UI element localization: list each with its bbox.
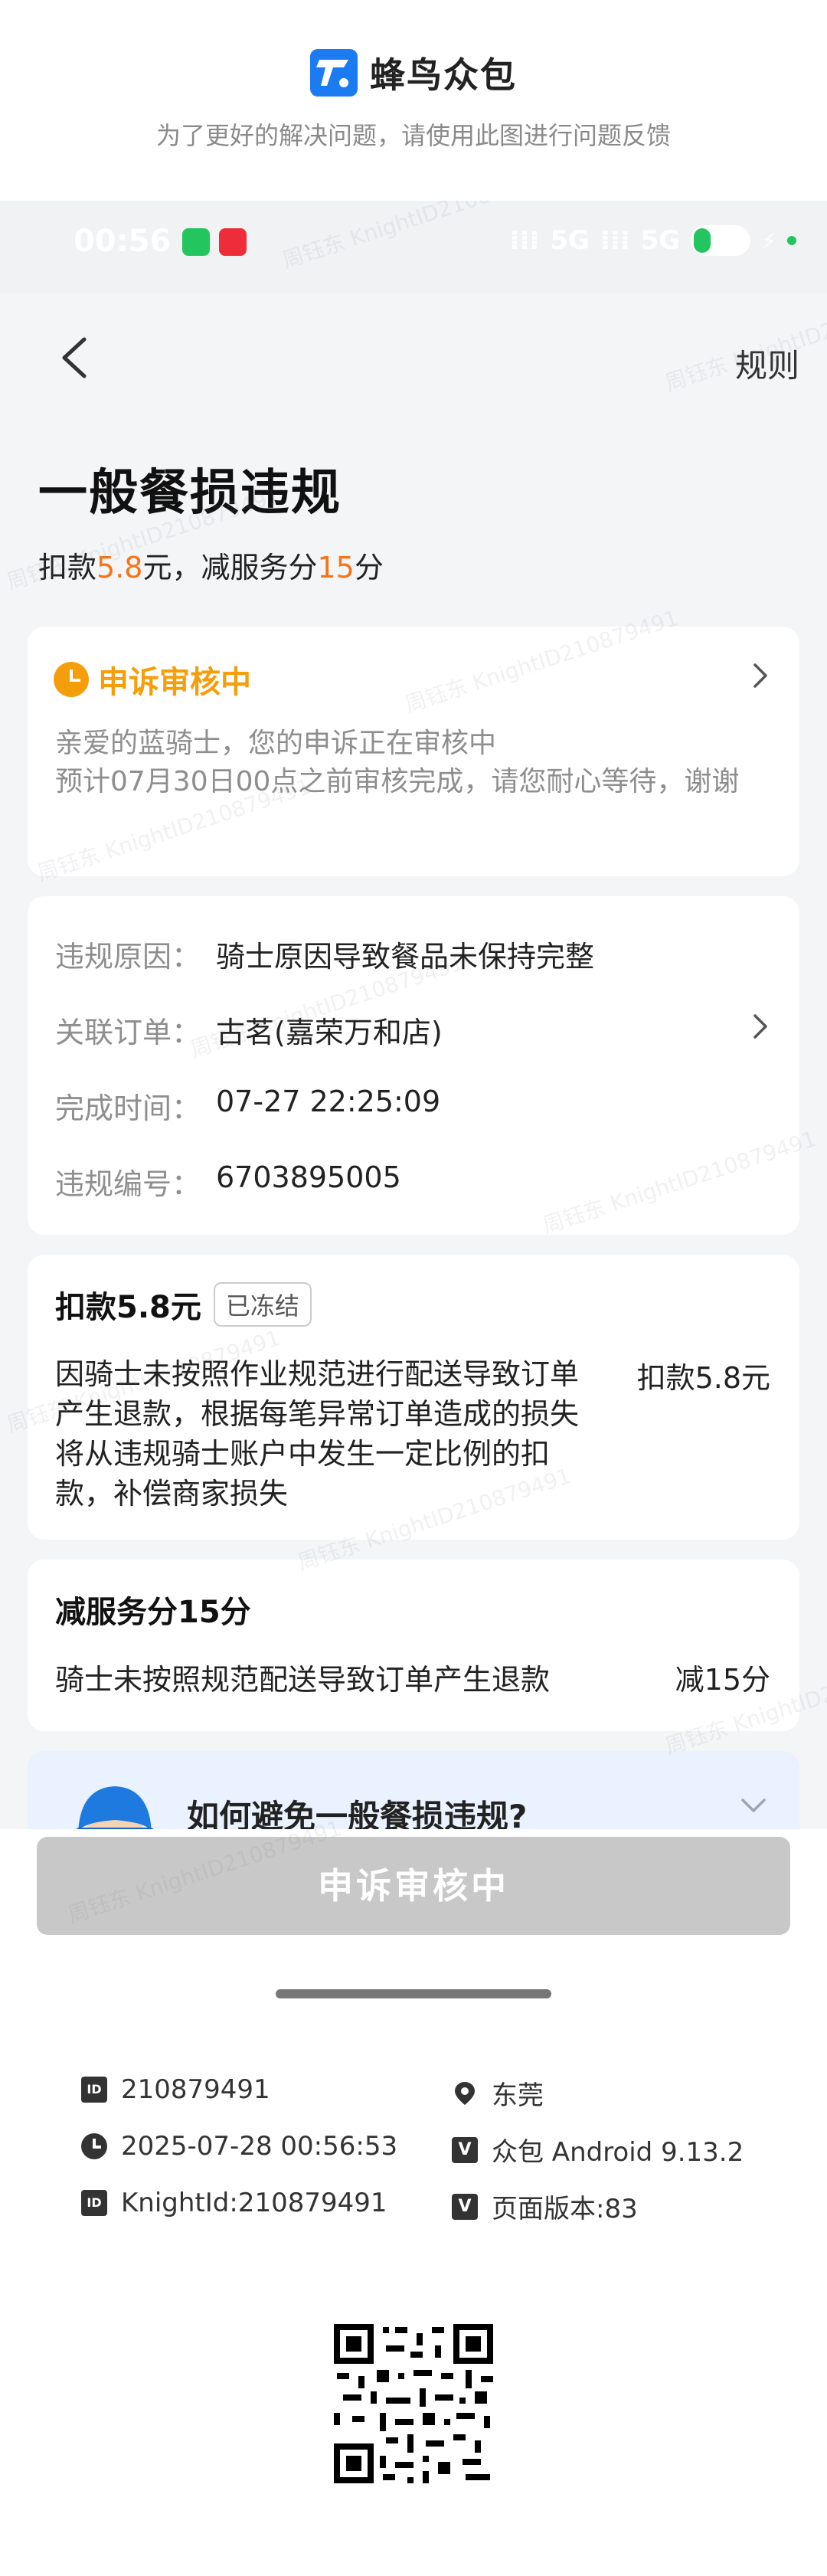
home-indicator (276, 1989, 551, 1998)
chevron-right-icon[interactable] (750, 1011, 770, 1042)
summary-text: 元，减服务分 (142, 551, 318, 584)
deduction-card: 扣款5.8元 已冻结 因骑士未按照作业规范进行配送导致订单产生退款，根据每笔异常… (28, 1255, 799, 1540)
chevron-right-icon[interactable] (750, 660, 770, 691)
detail-key: 违规编号： (55, 1167, 201, 1201)
version-icon: V (452, 2136, 478, 2163)
id-icon: ID (81, 2190, 107, 2216)
privacy-dot-icon (787, 236, 796, 245)
battery-icon (691, 225, 751, 256)
frozen-badge: 已冻结 (213, 1282, 312, 1327)
service-title: 减服务分15分 (55, 1595, 251, 1630)
footer-datetime: 2025-07-28 00:56:53 (81, 2131, 397, 2162)
footer-page-version: V 页面版本:83 (452, 2188, 638, 2225)
footer-page-version-value: 页面版本:83 (492, 2194, 638, 2224)
deduction-title: 扣款5.8元 (55, 1290, 201, 1325)
detail-row-number: 违规编号： 6703895005 (55, 1160, 401, 1203)
version-icon: V (452, 2193, 478, 2220)
footer-app-version-value: 众包 Android 9.13.2 (492, 2137, 744, 2168)
qr-code-icon (331, 2321, 496, 2486)
status-right: ⁞⁞⁞ 5G ⁞⁞⁞ 5G ⚡ (510, 225, 796, 256)
footer-id: ID 210879491 (81, 2074, 270, 2105)
signal-label: 5G (640, 225, 681, 256)
appeal-message: 亲爱的蓝骑士，您的申诉正在审核中 预计07月30日00点之前审核完成，请您耐心等… (55, 725, 744, 801)
app-screenshot: 00:56 ⁞⁞⁞ 5G ⁞⁞⁞ 5G ⚡ 规则 一般餐损违规 扣款5.8元，减… (0, 201, 827, 1955)
detail-key: 违规原因： (55, 940, 201, 974)
banner-subtitle: 为了更好的解决问题，请使用此图进行问题反馈 (155, 121, 671, 150)
charging-icon: ⚡ (761, 227, 776, 254)
detail-value: 6703895005 (216, 1160, 401, 1194)
detail-key: 完成时间： (55, 1092, 201, 1125)
signal-label: 5G (550, 225, 590, 256)
appeal-title: 申诉审核中 (98, 665, 251, 700)
notification-app-icon (182, 228, 210, 256)
detail-row-reason: 违规原因： 骑士原因导致餐品未保持完整 (55, 933, 594, 975)
footer-knight-id: ID KnightId:210879491 (81, 2188, 387, 2218)
signal-icon: ⁞⁞⁞ (509, 225, 540, 256)
brand: 蜂鸟众包 (0, 47, 827, 98)
service-description: 骑士未按照规范配送导致订单产生退款 (55, 1663, 551, 1697)
appeal-header: 申诉审核中 (54, 657, 251, 702)
chevron-down-icon[interactable] (738, 1795, 769, 1815)
summary-score: 15 (317, 551, 355, 584)
footer-city-value: 东莞 (492, 2080, 544, 2111)
appeal-message-line: 亲爱的蓝骑士，您的申诉正在审核中 (55, 728, 497, 759)
fengniao-logo-icon (310, 49, 358, 97)
back-arrow-icon[interactable] (57, 335, 95, 381)
clock-icon (54, 662, 89, 697)
service-score-card: 减服务分15分 骑士未按照规范配送导致订单产生退款 减15分 (28, 1560, 799, 1731)
deduction-header: 扣款5.8元 已冻结 (55, 1282, 312, 1327)
appeal-message-line: 预计07月30日00点之前审核完成，请您耐心等待，谢谢 (55, 766, 740, 797)
service-amount: 减15分 (675, 1663, 770, 1697)
footer-knight-id-value: KnightId:210879491 (121, 2188, 387, 2218)
summary-text: 分 (354, 551, 384, 584)
footer-city: 东莞 (452, 2074, 544, 2112)
detail-row-order[interactable]: 关联订单： 古茗(嘉荣万和店) (55, 1009, 775, 1051)
detail-value: 07-27 22:25:09 (216, 1085, 441, 1118)
footer-id-value: 210879491 (121, 2074, 270, 2105)
status-time: 00:56 (74, 224, 172, 259)
id-icon: ID (81, 2077, 107, 2103)
notification-app-icon (219, 228, 247, 256)
feedback-banner: 蜂鸟众包 为了更好的解决问题，请使用此图进行问题反馈 (0, 0, 827, 201)
detail-row-time: 完成时间： 07-27 22:25:09 (55, 1085, 440, 1127)
deduction-amount: 扣款5.8元 (636, 1361, 770, 1395)
brand-name: 蜂鸟众包 (370, 54, 517, 96)
signal-icon: ⁞⁞⁞ (600, 225, 630, 256)
clock-icon (81, 2133, 107, 2159)
location-pin-icon (455, 2081, 475, 2105)
footer-app-version: V 众包 Android 9.13.2 (452, 2131, 744, 2168)
footer-datetime-value: 2025-07-28 00:56:53 (121, 2131, 398, 2162)
